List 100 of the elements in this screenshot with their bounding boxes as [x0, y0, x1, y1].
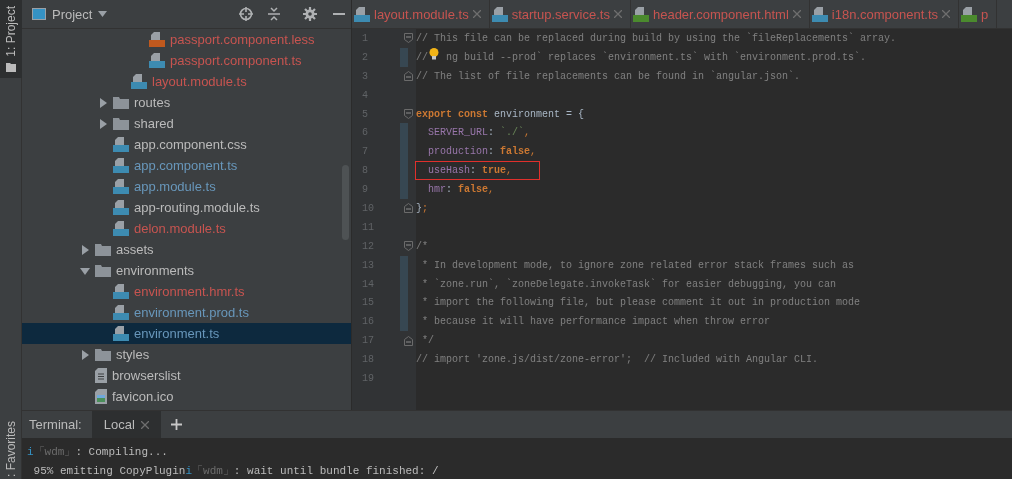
file-name: environment.hmr.ts [134, 284, 245, 299]
tree-item[interactable]: environments [22, 260, 351, 281]
file-name: passport.component.ts [170, 53, 302, 68]
collapsed-arrow-icon[interactable] [98, 118, 108, 129]
close-icon[interactable] [140, 420, 149, 429]
window-icon [32, 8, 46, 20]
code-line: */ [421, 334, 434, 349]
tree-item[interactable]: shared [22, 113, 351, 134]
file-name: favicon.ico [112, 389, 174, 404]
close-icon[interactable] [472, 10, 481, 18]
code-line: // The list of file replacements can be found in `angular.json`. [416, 69, 801, 84]
file-name: environment.prod.ts [134, 305, 249, 320]
crosshair-icon[interactable] [239, 7, 253, 21]
file-icon [113, 326, 129, 341]
fold-icon[interactable] [403, 109, 413, 119]
fold-icon[interactable] [403, 335, 413, 346]
tree-item[interactable]: styles [22, 344, 351, 365]
collapsed-arrow-icon[interactable] [80, 244, 90, 255]
tree-item[interactable]: passport.component.ts [22, 50, 351, 71]
file-icon [149, 32, 165, 47]
lightbulb-icon[interactable] [429, 48, 439, 61]
image-file-icon [95, 389, 107, 404]
expanded-arrow-icon[interactable] [80, 265, 90, 276]
code-line: SERVER_URL: `./`, [427, 126, 531, 141]
collapse-all-icon[interactable] [267, 7, 281, 21]
tree-item[interactable]: layout.module.ts [22, 71, 351, 92]
editor-tab[interactable]: layout.module.ts [352, 0, 490, 28]
tree-item[interactable]: app.module.ts [22, 176, 351, 197]
tree-item[interactable]: favicon.ico [22, 386, 351, 407]
close-icon[interactable] [792, 10, 801, 18]
fold-icon[interactable] [403, 71, 413, 82]
folder-icon [113, 117, 129, 130]
folder-icon [95, 348, 111, 361]
folder-icon [95, 264, 111, 277]
file-icon [354, 6, 370, 22]
minimize-icon[interactable] [333, 12, 345, 16]
code-line: // ng build --prod` replaces `environment.ts` with `environment.prod.ts`. [416, 47, 867, 67]
file-name: app.component.ts [134, 158, 238, 173]
tree-item[interactable]: delon.module.ts [22, 218, 351, 239]
file-name: app.module.ts [134, 179, 216, 194]
file-icon [113, 179, 129, 194]
tree-item[interactable]: app.component.css [22, 134, 351, 155]
code-line: /* [416, 239, 428, 254]
terminal-tab[interactable]: Local [91, 411, 161, 438]
collapsed-arrow-icon[interactable] [80, 349, 90, 360]
fold-icon[interactable] [403, 33, 413, 44]
editor-tab[interactable]: header.component.html [630, 0, 810, 28]
dropdown-caret-icon[interactable] [98, 11, 108, 17]
file-name: styles [116, 347, 150, 362]
project-tool-button[interactable]: 1: Project [0, 0, 22, 78]
file-name: environments [116, 263, 195, 278]
editor-tab[interactable]: startup.service.ts [489, 0, 631, 28]
code-line: * In development mode, to ignore zone related error stack frames such as [421, 258, 855, 273]
code-line: * import the following file, but please comment it out in production mode [421, 296, 861, 311]
code-line: hmr: false, [427, 183, 495, 198]
file-icon [811, 6, 828, 22]
tree-item[interactable]: passport.component.less [22, 29, 351, 50]
file-icon [113, 284, 129, 299]
file-name: browserslist [112, 368, 181, 383]
file-name: assets [116, 242, 154, 257]
tree-item[interactable]: environment.hmr.ts [22, 281, 351, 302]
terminal-output-line: 95% emitting CopyPlugini「wdm」: wait until bundle finished: / [32, 464, 440, 479]
settings-icon[interactable] [303, 7, 317, 21]
tree-item[interactable]: app.component.ts [22, 155, 351, 176]
editor-tab[interactable]: i18n.component.ts [809, 0, 960, 28]
file-icon [131, 74, 147, 89]
collapsed-arrow-icon[interactable] [98, 97, 108, 108]
close-icon[interactable] [613, 10, 622, 18]
file-name: layout.module.ts [152, 74, 247, 89]
favorites-tool-button[interactable]: : Favorites [0, 417, 22, 479]
file-name: passport.component.less [170, 32, 315, 47]
code-line: // This file can be replaced during build by using the `fileReplacements` array. [416, 31, 897, 46]
terminal-title: Terminal: [28, 417, 83, 432]
fold-icon[interactable] [403, 203, 413, 214]
file-name: app.component.css [134, 137, 247, 152]
file-icon [632, 6, 649, 22]
file-icon [491, 6, 508, 22]
fold-icon[interactable] [403, 241, 413, 252]
code-line: * because it will have performance impact when throw error [421, 315, 771, 330]
code-line: export const environment = { [416, 107, 585, 122]
tree-item[interactable]: environment.ts [22, 323, 351, 344]
tree-item[interactable]: app-routing.module.ts [22, 197, 351, 218]
file-icon [961, 6, 978, 22]
tree-item[interactable]: browserslist [22, 365, 351, 386]
tree-item[interactable]: environment.prod.ts [22, 302, 351, 323]
folder-icon [95, 243, 111, 256]
code-line: // import 'zone.js/dist/zone-error'; // Included with Angular CLI. [416, 353, 819, 368]
file-name: environment.ts [134, 326, 220, 341]
plus-icon[interactable] [170, 419, 182, 430]
code-line: production: false, [427, 145, 537, 160]
code-line: * `zone.run`, `zoneDelegate.invokeTask` for easier debugging, you can [421, 277, 837, 292]
close-icon[interactable] [942, 10, 951, 18]
text-file-icon [95, 368, 107, 383]
tree-item[interactable]: routes [22, 92, 351, 113]
file-icon [113, 137, 129, 152]
code-line: }; [416, 201, 429, 216]
file-name: delon.module.ts [134, 221, 226, 236]
tree-item[interactable]: assets [22, 239, 351, 260]
file-name: shared [134, 116, 174, 131]
panel-title[interactable]: Project [52, 6, 93, 22]
